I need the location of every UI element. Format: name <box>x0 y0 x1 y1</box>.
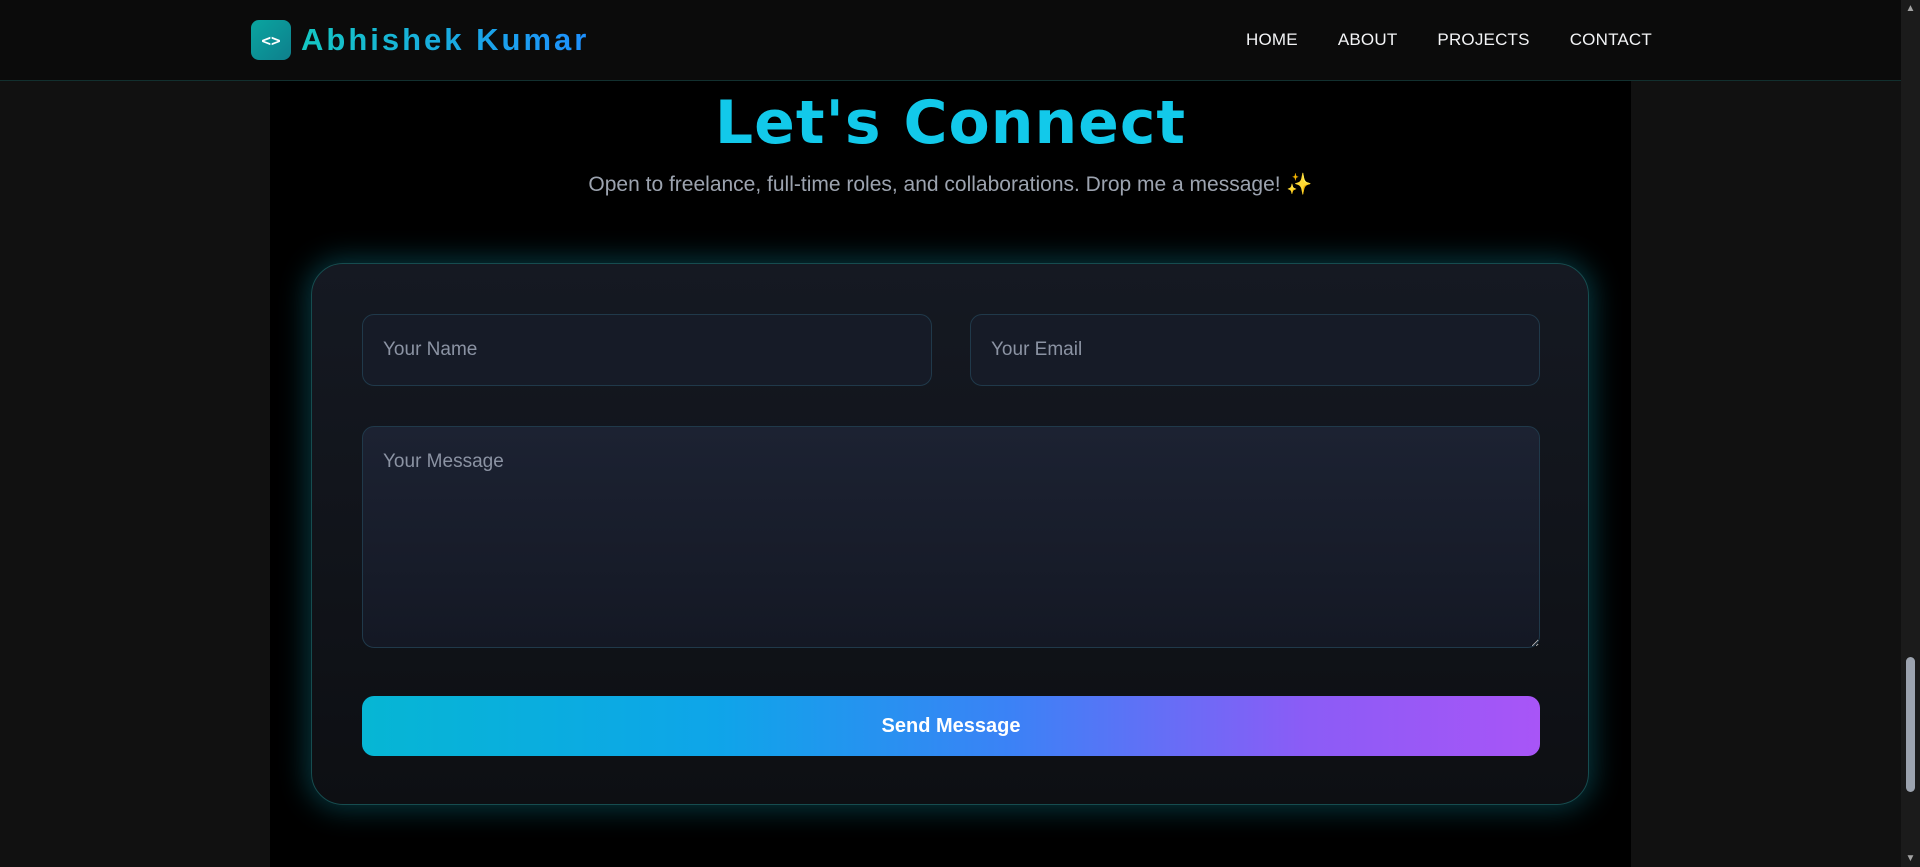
nav-about[interactable]: ABOUT <box>1338 30 1398 50</box>
nav-links: HOME ABOUT PROJECTS CONTACT <box>1246 0 1652 80</box>
scrollbar-thumb[interactable] <box>1906 657 1915 792</box>
name-input[interactable] <box>362 314 932 386</box>
email-input[interactable] <box>970 314 1540 386</box>
nav-projects[interactable]: PROJECTS <box>1437 30 1529 50</box>
section-subtitle: Open to freelance, full-time roles, and … <box>588 173 1313 196</box>
page-scrollbar[interactable]: ▲ ▼ <box>1901 0 1920 867</box>
section-title: Let's Connect <box>714 88 1187 158</box>
scroll-down-arrow-icon[interactable]: ▼ <box>1901 850 1920 867</box>
message-textarea[interactable] <box>362 426 1540 648</box>
nav-contact[interactable]: CONTACT <box>1570 30 1652 50</box>
scroll-up-arrow-icon[interactable]: ▲ <box>1901 0 1920 17</box>
brand-name: Abhishek Kumar <box>301 22 590 57</box>
brand-logo[interactable]: <> Abhishek Kumar <box>251 20 589 60</box>
navbar: <> Abhishek Kumar HOME ABOUT PROJECTS CO… <box>0 0 1901 81</box>
code-icon: <> <box>251 20 291 60</box>
contact-form: Send Message <box>311 263 1589 805</box>
send-message-button[interactable]: Send Message <box>362 696 1540 756</box>
nav-home[interactable]: HOME <box>1246 30 1298 50</box>
